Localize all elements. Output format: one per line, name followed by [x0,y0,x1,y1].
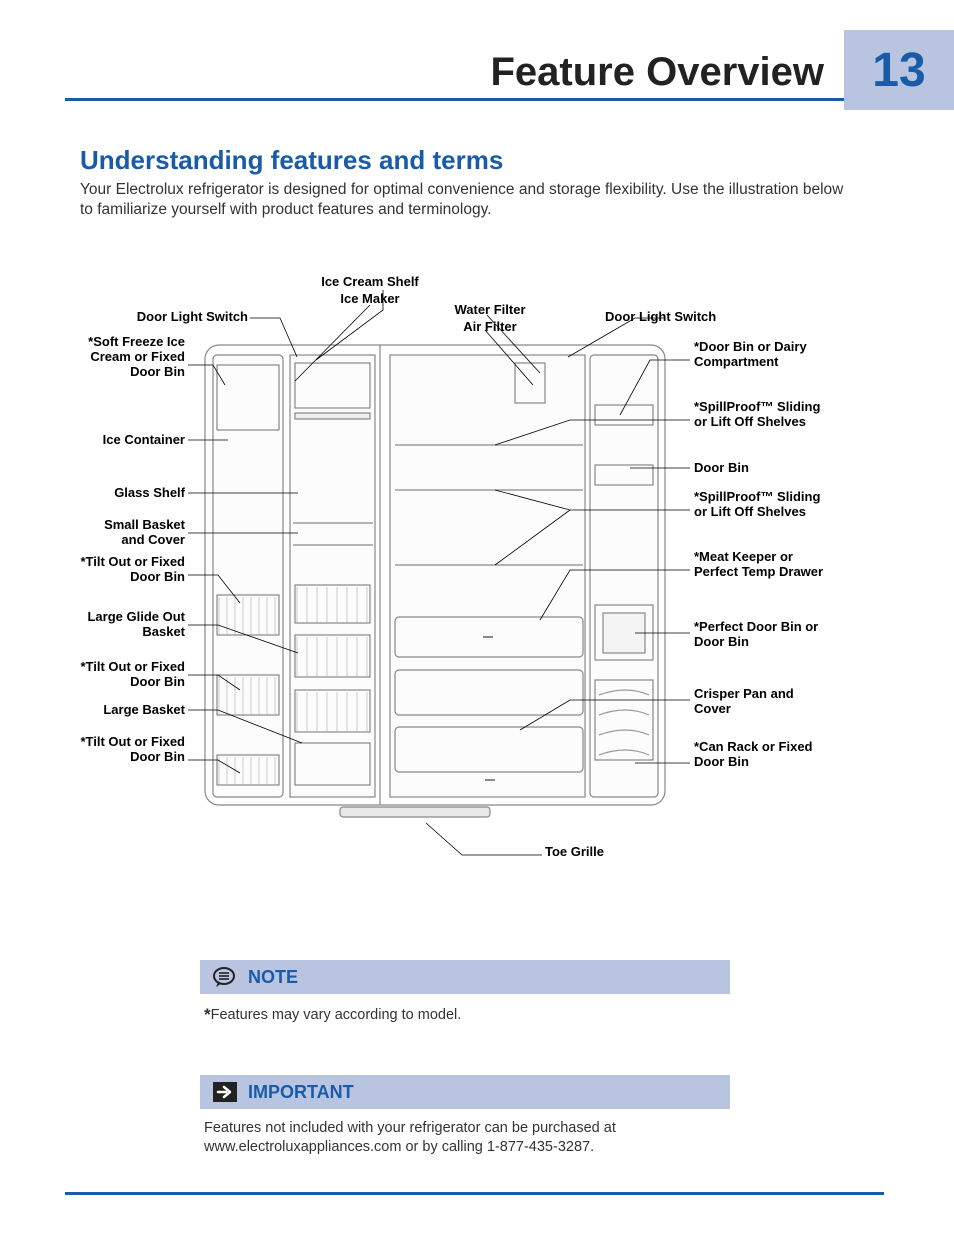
important-callout: IMPORTANT Features not included with you… [200,1075,730,1167]
label-small-basket: Small Basket and Cover [80,518,185,548]
page-title: Feature Overview [491,50,825,95]
note-text: Features may vary according to model. [211,1007,462,1023]
label-toe-grille: Toe Grille [545,845,665,860]
note-title: NOTE [248,967,298,988]
arrow-icon [212,1081,238,1103]
refrigerator-diagram: Ice Cream Shelf Ice Maker Water Filter A… [80,275,840,875]
important-header: IMPORTANT [200,1075,730,1109]
label-tilt-out-1: *Tilt Out or Fixed Door Bin [80,555,185,585]
label-perfect-door-bin: *Perfect Door Bin or Door Bin [694,620,844,650]
page-number-box: 13 [844,30,954,110]
label-can-rack: *Can Rack or Fixed Door Bin [694,740,834,770]
label-spillproof-1: *SpillProof™ Sliding or Lift Off Shelves [694,400,834,430]
manual-page: Feature Overview 13 Understanding featur… [0,0,954,1235]
note-header: NOTE [200,960,730,994]
label-door-bin: Door Bin [694,461,834,476]
label-air-filter: Air Filter [425,320,555,335]
label-large-glide: Large Glide Out Basket [80,610,185,640]
label-tilt-out-3: *Tilt Out or Fixed Door Bin [80,735,185,765]
note-callout: NOTE *Features may vary according to mod… [200,960,730,1036]
section-title: Understanding features and terms [80,145,503,176]
label-crisper: Crisper Pan and Cover [694,687,834,717]
label-soft-freeze: *Soft Freeze Ice Cream or Fixed Door Bin [80,335,185,380]
important-title: IMPORTANT [248,1082,354,1103]
label-door-light-switch-left: Door Light Switch [80,310,248,325]
label-door-light-switch-right: Door Light Switch [605,310,765,325]
label-spillproof-2: *SpillProof™ Sliding or Lift Off Shelves [694,490,834,520]
note-icon [212,966,238,988]
label-door-bin-dairy: *Door Bin or Dairy Compartment [694,340,834,370]
important-body: Features not included with your refriger… [200,1109,730,1167]
label-tilt-out-2: *Tilt Out or Fixed Door Bin [80,660,185,690]
label-meat-keeper: *Meat Keeper or Perfect Temp Drawer [694,550,834,580]
label-ice-cream-shelf: Ice Cream Shelf [280,275,460,290]
label-glass-shelf: Glass Shelf [80,486,185,501]
label-water-filter: Water Filter [410,303,570,318]
label-ice-container: Ice Container [80,433,185,448]
note-body: *Features may vary according to model. [200,994,730,1036]
page-number: 13 [872,43,925,98]
header-rule [65,98,844,101]
intro-text: Your Electrolux refrigerator is designed… [80,180,854,220]
footer-rule [65,1192,884,1195]
label-large-basket: Large Basket [80,703,185,718]
